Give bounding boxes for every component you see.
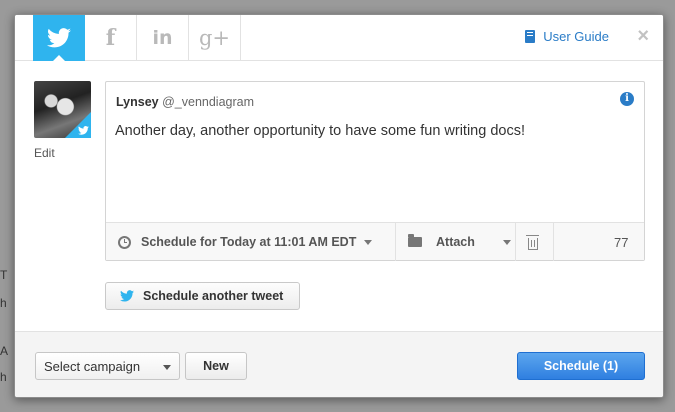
composer-toolbar: Schedule for Today at 11:01 AM EDT Attac… — [106, 222, 644, 261]
modal-footer: Select campaign New Schedule (1) — [15, 331, 663, 397]
delete-button[interactable] — [526, 223, 539, 261]
close-icon[interactable]: × — [637, 26, 649, 46]
compose-modal: f in g+ User Guide × Edit Lynsey @_vennd… — [14, 14, 664, 398]
tab-linkedin[interactable]: in — [137, 15, 189, 61]
chevron-down-icon — [364, 239, 373, 245]
campaign-select-value: Select campaign — [44, 358, 141, 374]
facebook-icon: f — [105, 25, 116, 51]
linkedin-icon: in — [152, 27, 173, 49]
tab-twitter[interactable] — [33, 15, 85, 62]
schedule-time-label: Schedule for Today at 11:01 AM EDT — [141, 235, 357, 249]
tab-facebook[interactable]: f — [85, 15, 137, 61]
schedule-button[interactable]: Schedule (1) — [517, 352, 645, 380]
attach-dropdown[interactable]: Attach — [408, 223, 511, 261]
info-icon[interactable]: i — [620, 92, 634, 106]
toolbar-divider — [553, 223, 554, 261]
folder-icon — [408, 234, 422, 247]
toolbar-divider — [515, 223, 516, 261]
account-name: Lynsey — [116, 95, 159, 109]
book-icon — [525, 30, 536, 43]
schedule-time-dropdown[interactable]: Schedule for Today at 11:01 AM EDT — [118, 223, 373, 261]
tab-google-plus[interactable]: g+ — [189, 15, 241, 61]
twitter-bird-icon — [47, 28, 71, 48]
network-tabs: f in g+ User Guide × — [15, 15, 663, 62]
tweet-text-input[interactable]: Another day, another opportunity to have… — [115, 123, 625, 213]
tweet-composer: Lynsey @_venndiagram i Another day, anot… — [105, 81, 645, 261]
twitter-bird-icon — [120, 290, 134, 302]
profile-avatar[interactable] — [34, 81, 91, 138]
trash-icon — [526, 234, 539, 250]
character-counter: 77 — [614, 234, 629, 250]
twitter-bird-icon — [78, 126, 89, 135]
schedule-another-label: Schedule another tweet — [143, 289, 284, 303]
composer-account: Lynsey @_venndiagram — [116, 95, 254, 109]
user-guide-link[interactable]: User Guide — [525, 29, 609, 44]
google-plus-icon: g+ — [198, 26, 231, 50]
new-campaign-button[interactable]: New — [185, 352, 247, 380]
edit-profile-link[interactable]: Edit — [34, 146, 55, 160]
account-handle: @_venndiagram — [162, 95, 255, 109]
clock-icon — [118, 235, 131, 249]
campaign-select[interactable]: Select campaign — [35, 352, 180, 380]
chevron-down-icon — [502, 239, 511, 245]
toolbar-divider — [395, 223, 396, 261]
chevron-down-icon — [163, 365, 171, 370]
schedule-another-tweet-button[interactable]: Schedule another tweet — [105, 282, 300, 310]
attach-label: Attach — [436, 235, 475, 249]
user-guide-label: User Guide — [543, 29, 609, 44]
